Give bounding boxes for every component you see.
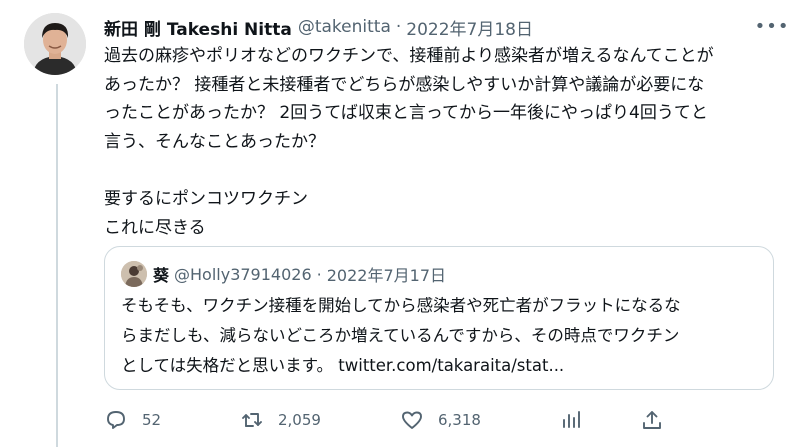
tweet-body-line: ったことがあったか？ 2回うてば収束と言ってから一年後にやっぱり4回うてと <box>104 103 708 124</box>
tweet-date[interactable]: 2022年7月18日 <box>406 15 533 40</box>
tweet-actions: 52 2,059 6,318 <box>104 404 664 436</box>
quoted-tweet-header: 葵 @Holly37914026 · 2022年7月17日 <box>121 261 446 287</box>
tweet-body-line: これに尽きる <box>104 217 206 238</box>
quoted-tweet-line: としては失格だと思います。 twitter.com/takaraita/stat… <box>121 356 565 375</box>
tweet-body-line <box>104 156 784 185</box>
retweet-count: 2,059 <box>278 411 321 429</box>
tweet-body-line: 要するにポンコツワクチン <box>104 188 308 209</box>
tweet-body: 過去の麻疹やポリオなどのワクチンで、接種前より感染者が増えるなんてことが あった… <box>104 42 784 242</box>
retweet-button[interactable]: 2,059 <box>240 404 321 436</box>
quoted-author-display-name: 葵 <box>153 266 170 285</box>
quoted-tweet-date: 2022年7月17日 <box>326 266 446 285</box>
reply-count: 52 <box>142 411 162 429</box>
analytics-icon <box>563 411 580 428</box>
reply-icon <box>107 411 125 429</box>
share-button[interactable] <box>640 404 678 436</box>
tweet-body-line: あったか？ 接種者と未接種者でどちらが感染しやすいか計算や議論が必要にな <box>104 74 705 95</box>
person-avatar-icon <box>24 13 86 75</box>
like-button[interactable]: 6,318 <box>400 404 481 436</box>
person-avatar-icon <box>121 261 147 287</box>
like-count: 6,318 <box>438 411 481 429</box>
quoted-author-avatar <box>121 261 147 287</box>
tweet-header: 新田 剛 Takeshi Nitta @takenitta · 2022年7月1… <box>104 14 533 40</box>
tweet-body-line: 言う、そんなことあったか？ <box>104 131 325 152</box>
thread-line <box>56 84 58 447</box>
like-icon <box>402 411 422 429</box>
quoted-tweet-line: らまだしも、減らないどころか増えているんですから、その時点でワクチン <box>121 326 680 345</box>
quoted-author-handle: @Holly37914026 <box>174 264 312 284</box>
quoted-tweet-card[interactable]: 葵 @Holly37914026 · 2022年7月17日 そもそも、ワクチン接… <box>104 246 774 390</box>
reply-button[interactable]: 52 <box>104 404 161 436</box>
author-avatar[interactable] <box>24 13 86 75</box>
quoted-header-separator: · <box>316 264 322 284</box>
author-display-name[interactable]: 新田 剛 Takeshi Nitta <box>104 15 292 40</box>
header-separator: · <box>395 17 402 37</box>
tweet-body-line: 過去の麻疹やポリオなどのワクチンで、接種前より感染者が増えるなんてことが <box>104 46 714 66</box>
retweet-icon <box>242 413 262 427</box>
tweet: 新田 剛 Takeshi Nitta @takenitta · 2022年7月1… <box>0 0 800 447</box>
share-icon <box>643 411 661 429</box>
analytics-button[interactable] <box>559 404 597 436</box>
quoted-tweet-body: そもそも、ワクチン接種を開始してから感染者や死亡者がフラットになるな らまだしも… <box>121 291 761 381</box>
author-handle[interactable]: @takenitta <box>298 17 391 37</box>
more-dots-icon[interactable]: ••• <box>755 14 789 38</box>
quoted-tweet-line: そもそも、ワクチン接種を開始してから感染者や死亡者がフラットになるな <box>121 296 681 315</box>
